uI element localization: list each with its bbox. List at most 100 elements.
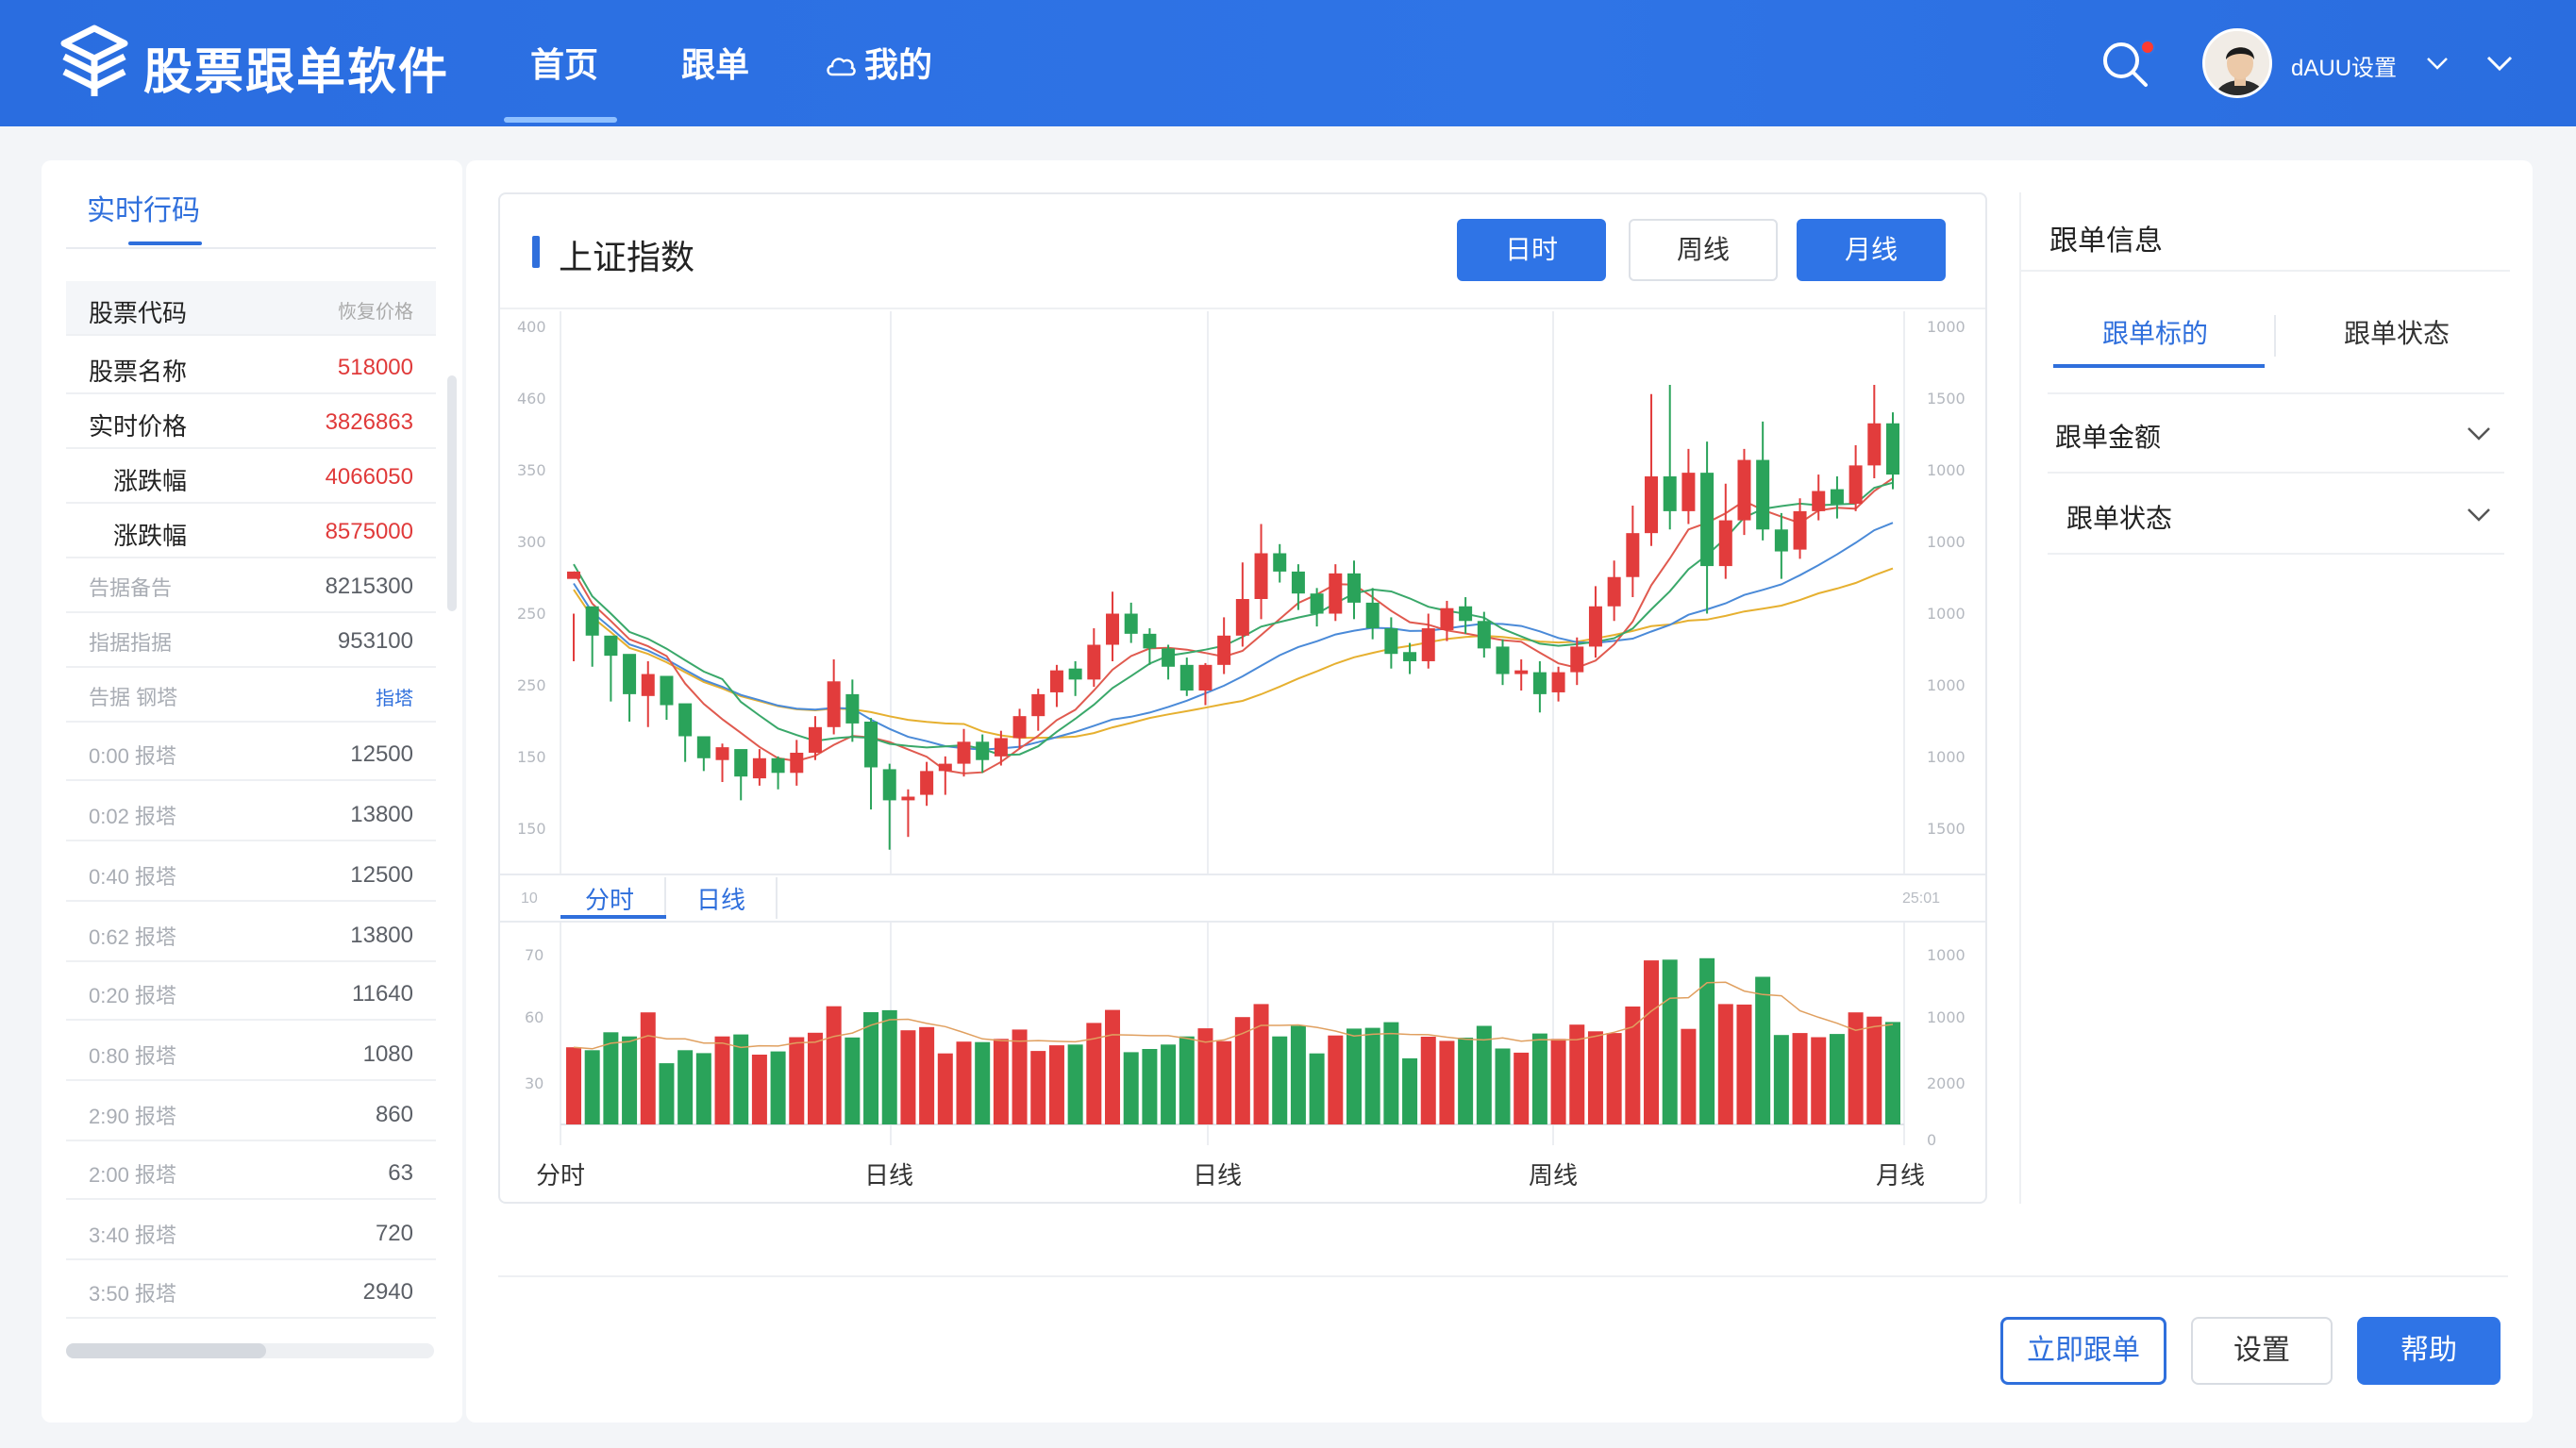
candle-body	[1626, 533, 1640, 577]
volume-bar	[919, 1026, 935, 1124]
follow-now-button[interactable]: 立即跟单	[2000, 1317, 2166, 1385]
quote-label: 0:00 报塔	[89, 744, 176, 768]
quote-row[interactable]: 涨跌幅 4066050	[66, 449, 436, 504]
username[interactable]: dAUU设置	[2291, 49, 2397, 82]
quote-row[interactable]: 0:00 报塔 12500	[66, 726, 436, 781]
x-axis-label: 日线	[1193, 1161, 1243, 1190]
volume-bar	[807, 1032, 823, 1124]
quote-row[interactable]: 告据 钢塔 指塔	[66, 668, 436, 723]
volume-bar	[1829, 1034, 1845, 1124]
y-axis-right-tick-label: 1000	[1927, 605, 1965, 623]
candle-body	[1681, 473, 1696, 511]
quote-row[interactable]: 0:80 报塔 1080	[66, 1026, 436, 1081]
chevron-down-icon	[2467, 508, 2490, 522]
candle-body	[1365, 602, 1380, 629]
tab-follow-target[interactable]: 跟单标的	[2102, 313, 2208, 351]
volume-bar	[789, 1037, 805, 1124]
user-avatar[interactable]	[2202, 28, 2272, 98]
candle-body	[715, 747, 729, 760]
candle-body	[1124, 613, 1138, 634]
y-axis-right-tick-label: 0	[1927, 1131, 1936, 1145]
volume-bar	[622, 1036, 638, 1124]
candle-body	[1198, 664, 1213, 691]
tab-follow-status[interactable]: 跟单状态	[2344, 313, 2450, 351]
period-button-weekly[interactable]: 周线	[1629, 219, 1778, 281]
tab-realtime-quotes[interactable]: 实时行码	[87, 187, 200, 228]
quote-row[interactable]: 实时价格 3826863	[66, 394, 436, 449]
volume-bar	[1346, 1028, 1362, 1124]
quote-row[interactable]: 2:00 报塔 63	[66, 1145, 436, 1200]
candle-body	[976, 741, 990, 760]
quote-row[interactable]: 股票名称 518000	[66, 340, 436, 394]
volume-bar	[845, 1037, 861, 1124]
volume-bar	[937, 1053, 953, 1124]
candle-body	[567, 571, 580, 579]
quote-value: 13800	[350, 923, 413, 948]
quote-row[interactable]: 0:40 报塔 12500	[66, 847, 436, 902]
volume-bar	[1272, 1036, 1288, 1124]
candle-body	[771, 757, 785, 774]
quote-row[interactable]: 告据备告 8215300	[66, 558, 436, 613]
candle-body	[1087, 644, 1101, 680]
top-navigation-bar: 股票跟单软件 首页 跟单 我的 dAUU设置	[0, 0, 2576, 126]
quote-row[interactable]: 0:20 报塔 11640	[66, 966, 436, 1021]
volume-bar	[1514, 1052, 1530, 1124]
horizontal-scrollbar-thumb[interactable]	[66, 1343, 266, 1358]
y-axis-tick-label: 30	[525, 1074, 544, 1092]
period-button-monthly[interactable]: 月线	[1797, 219, 1946, 281]
quote-row[interactable]: 2:90 报塔 860	[66, 1087, 436, 1141]
y-axis-tick-label: 400	[517, 318, 546, 336]
candle-body	[1514, 670, 1529, 674]
volume-bar	[993, 1039, 1009, 1124]
quote-table-header: 股票代码 恢复价格	[66, 281, 436, 336]
quote-label: 0:40 报塔	[89, 865, 176, 889]
accordion-follow-amount[interactable]: 跟单金额	[2048, 394, 2504, 474]
quote-label: 3:40 报塔	[89, 1223, 176, 1247]
nav-mine[interactable]: 我的	[825, 38, 932, 87]
settings-button[interactable]: 设置	[2191, 1317, 2333, 1385]
volume-chart[interactable]: 70 60 30 1000 1000 2000 0	[500, 923, 1985, 1145]
y-axis-tick-label: 350	[517, 461, 546, 479]
quote-row[interactable]: 0:62 报塔 13800	[66, 907, 436, 962]
quote-row[interactable]: 指据指据 953100	[66, 613, 436, 668]
sub-tab-daily[interactable]: 日线	[696, 881, 745, 916]
quote-value: 860	[375, 1102, 413, 1127]
volume-bar	[1531, 1033, 1547, 1124]
quote-label: 涨跌幅	[113, 467, 188, 495]
quote-label: 告据备告	[89, 576, 173, 600]
nav-active-indicator	[504, 117, 617, 123]
accordion-follow-status[interactable]: 跟单状态	[2048, 475, 2504, 555]
nav-follow[interactable]: 跟单	[681, 38, 749, 87]
candle-body	[1793, 510, 1807, 550]
candle-body	[1756, 459, 1770, 530]
quote-row[interactable]: 涨跌幅 8575000	[66, 504, 436, 558]
volume-bar	[640, 1012, 656, 1124]
sub-tab-intraday[interactable]: 分时	[585, 881, 634, 916]
y-axis-tick-label: 460	[517, 390, 546, 408]
quote-label: 0:20 报塔	[89, 984, 176, 1007]
sub-tab-active-indicator	[560, 915, 666, 919]
candle-body	[604, 635, 618, 657]
quote-row[interactable]: 0:02 报塔 13800	[66, 787, 436, 841]
period-button-hourly[interactable]: 日时	[1457, 219, 1606, 281]
help-button[interactable]: 帮助	[2357, 1317, 2501, 1385]
candle-body	[808, 726, 822, 753]
candle-body	[1068, 668, 1082, 680]
quote-value: 63	[388, 1160, 413, 1186]
quote-row[interactable]: 3:50 报塔 2940	[66, 1264, 436, 1319]
x-axis-label: 分时	[536, 1161, 586, 1190]
volume-bar	[863, 1012, 879, 1124]
more-chevron-down-icon[interactable]	[2485, 49, 2514, 77]
candle-body	[1532, 672, 1547, 694]
quote-value: 953100	[337, 628, 413, 654]
vertical-scrollbar[interactable]	[447, 375, 457, 611]
candlestick-chart[interactable]: 400 460 350 300 250 250 150 150 1000 1500 1000 1000…	[500, 311, 1985, 874]
x-axis-label: 月线	[1876, 1161, 1926, 1190]
user-menu-chevron-icon[interactable]	[2423, 49, 2451, 77]
candle-body	[1645, 476, 1659, 534]
nav-home[interactable]: 首页	[530, 38, 598, 87]
quote-label: 告据 钢塔	[89, 686, 178, 709]
quote-value: 8215300	[325, 574, 413, 599]
volume-bar	[1328, 1035, 1344, 1124]
quote-row[interactable]: 3:40 报塔 720	[66, 1206, 436, 1260]
